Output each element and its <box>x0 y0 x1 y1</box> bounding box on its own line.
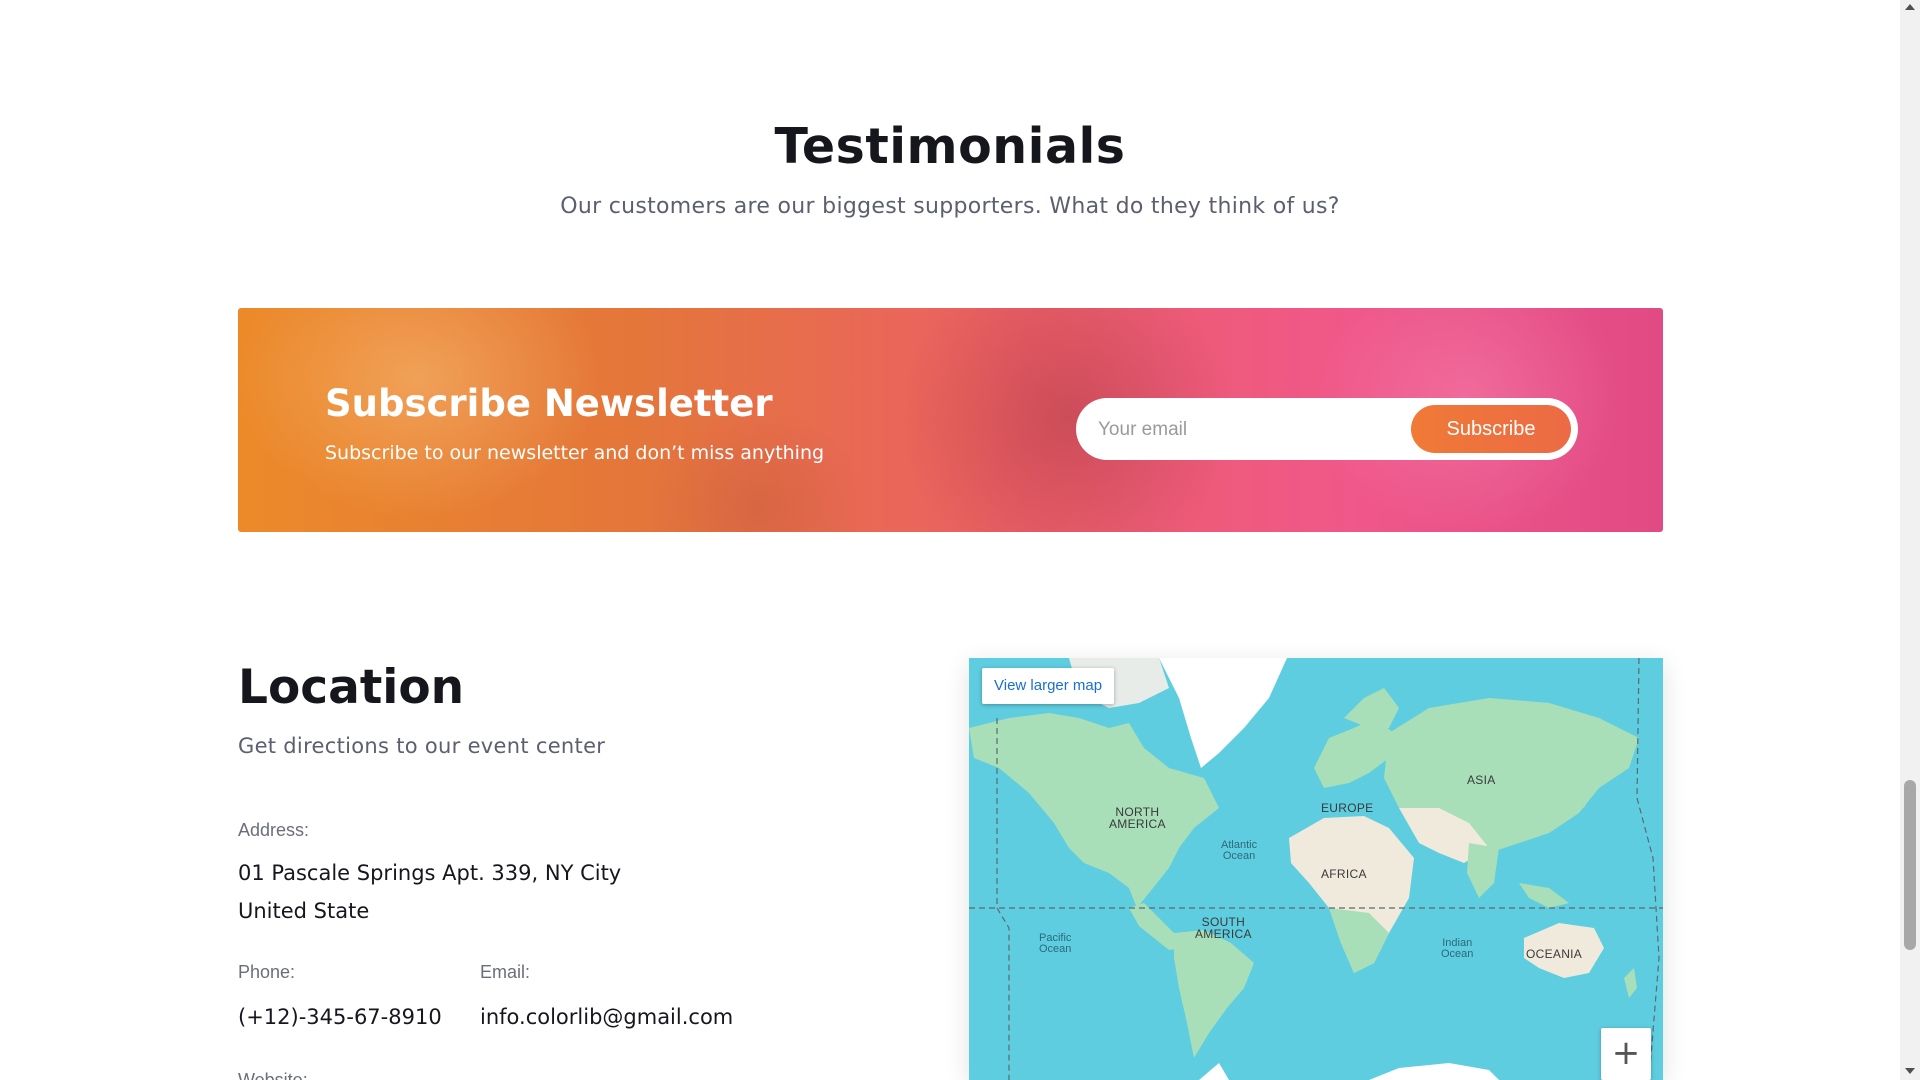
testimonials-title: Testimonials <box>774 118 1126 175</box>
scroll-up-arrow-icon[interactable] <box>1905 4 1915 10</box>
map-label-indian-ocean: Indian Ocean <box>1441 937 1474 960</box>
map-label-asia: ASIA <box>1467 773 1496 787</box>
map-label-oceania: OCEANIA <box>1526 947 1583 961</box>
scroll-down-arrow-icon[interactable] <box>1905 1068 1915 1074</box>
view-larger-map-link[interactable]: View larger map <box>982 668 1115 704</box>
map-label-north-america: NORTH AMERICA <box>1109 805 1166 831</box>
map-label-africa: AFRICA <box>1321 867 1367 881</box>
map-label-south-america: SOUTH AMERICA <box>1195 915 1252 941</box>
phone-value: (+12)-345-67-8910 <box>238 1005 442 1029</box>
location-subtitle: Get directions to our event center <box>238 734 606 758</box>
world-map-graphic <box>969 658 1663 1080</box>
map-label-europe: EUROPE <box>1321 801 1374 815</box>
email-value: info.colorlib@gmail.com <box>480 1005 734 1029</box>
newsletter-banner: Subscribe Newsletter Subscribe to our ne… <box>238 308 1663 532</box>
email-label: Email: <box>480 962 531 982</box>
scrollbar-thumb[interactable] <box>1904 780 1916 950</box>
phone-label: Phone: <box>238 962 296 982</box>
page: Testimonials Our customers are our bigge… <box>0 0 1900 1080</box>
address-label: Address: <box>238 820 310 840</box>
newsletter-title: Subscribe Newsletter <box>325 382 773 425</box>
email-input[interactable] <box>1096 409 1400 451</box>
map-label-pacific-ocean: Pacific Ocean <box>1039 932 1072 955</box>
address-line-1: 01 Pascale Springs Apt. 339, NY City <box>238 861 622 885</box>
website-label: Website: <box>238 1070 308 1080</box>
map-label-atlantic-ocean: Atlantic Ocean <box>1221 839 1258 862</box>
map-zoom-in-button[interactable]: + <box>1601 1028 1651 1080</box>
testimonials-subtitle: Our customers are our biggest supporters… <box>560 194 1340 219</box>
page-scrollbar[interactable] <box>1900 0 1920 1080</box>
address-line-2: United State <box>238 899 370 923</box>
newsletter-description: Subscribe to our newsletter and don’t mi… <box>325 442 825 464</box>
subscribe-button[interactable]: Subscribe <box>1411 405 1571 453</box>
map-embed[interactable]: View larger map NORTH AMERICA EUROPE ASI… <box>969 658 1663 1080</box>
location-title: Location <box>238 660 465 715</box>
subscribe-form: Subscribe <box>1076 398 1578 460</box>
